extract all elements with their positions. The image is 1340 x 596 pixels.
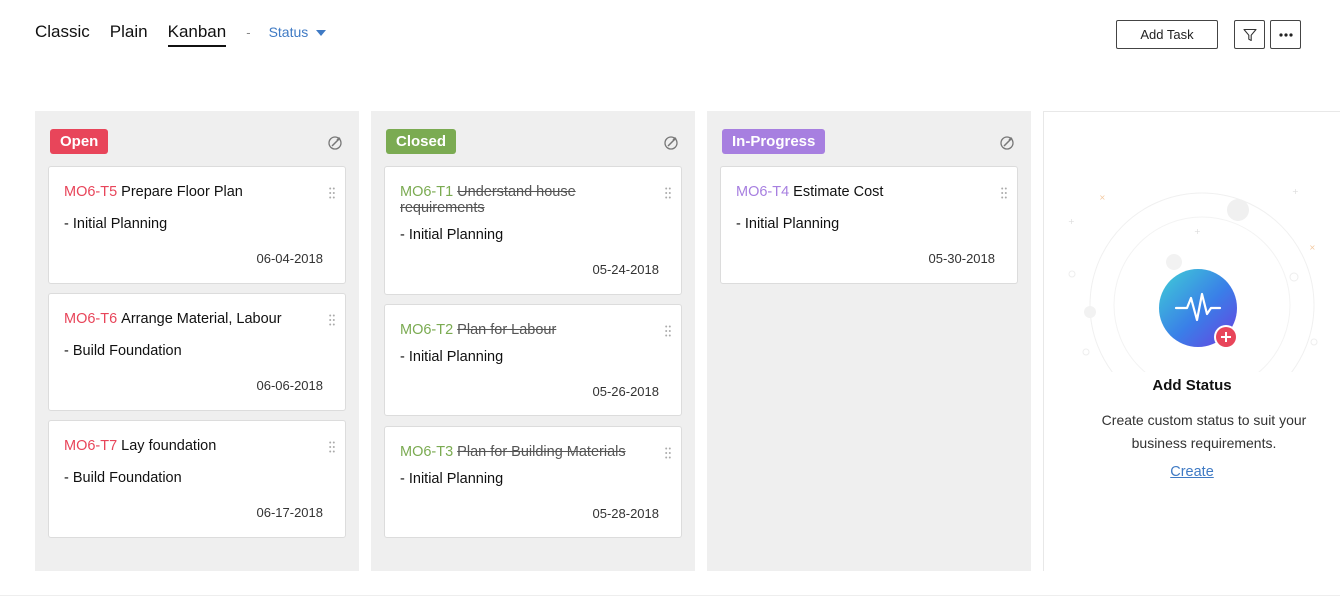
task-id[interactable]: MO6-T4 <box>736 184 789 200</box>
task-name[interactable]: Plan for Labour <box>457 322 556 338</box>
svg-text:×: × <box>1309 243 1316 252</box>
task-card[interactable]: MO6-T3 Plan for Building Materials - Init… <box>384 426 682 538</box>
task-name[interactable]: Plan for Building Materials <box>457 444 625 460</box>
task-list-name: - Initial Planning <box>64 216 168 232</box>
drag-handle-icon[interactable] <box>665 325 671 337</box>
tab-plain[interactable]: Plain <box>110 22 148 45</box>
task-due-date: 06-04-2018 <box>256 251 324 266</box>
task-due-date: 05-24-2018 <box>592 262 660 277</box>
column-open: Open MO6-T5 Prepare Floor Plan - Initial … <box>35 111 359 571</box>
task-card[interactable]: MO6-T7 Lay foundation - Build Foundation … <box>48 420 346 538</box>
task-title: MO6-T3 Plan for Building Materials <box>400 444 650 460</box>
task-due-date: 06-17-2018 <box>256 505 324 520</box>
task-id[interactable]: MO6-T7 <box>64 438 117 454</box>
edit-column-icon[interactable] <box>999 135 1015 151</box>
svg-text:+: + <box>1194 227 1201 236</box>
task-id[interactable]: MO6-T6 <box>64 311 117 327</box>
add-task-button[interactable]: Add Task <box>1116 20 1218 49</box>
more-icon <box>1278 32 1293 37</box>
task-list-name: - Initial Planning <box>400 471 504 487</box>
task-id[interactable]: MO6-T3 <box>400 444 453 460</box>
task-title: MO6-T7 Lay foundation <box>64 438 314 454</box>
status-badge-in-progress: In-Progress <box>722 129 826 154</box>
task-due-date: 05-28-2018 <box>592 506 660 521</box>
task-list-name: - Initial Planning <box>400 227 504 243</box>
pulse-plus-icon <box>1159 269 1238 349</box>
task-due-date: 05-30-2018 <box>928 251 996 266</box>
task-due-date: 06-06-2018 <box>256 378 324 393</box>
task-name[interactable]: Lay foundation <box>121 438 216 454</box>
task-id[interactable]: MO6-T1 <box>400 184 453 200</box>
task-id[interactable]: MO6-T5 <box>64 184 117 200</box>
filter-icon <box>1242 28 1257 41</box>
task-card[interactable]: MO6-T2 Plan for Labour - Initial Planning… <box>384 304 682 416</box>
drag-handle-icon[interactable] <box>329 314 335 326</box>
add-status-panel: × × + + + Add Status Create custom statu… <box>1043 111 1340 571</box>
task-title: MO6-T5 Prepare Floor Plan <box>64 184 314 200</box>
more-options-button[interactable] <box>1270 20 1301 49</box>
caret-down-icon <box>316 29 327 36</box>
drag-handle-icon[interactable] <box>665 447 671 459</box>
task-name[interactable]: Prepare Floor Plan <box>121 184 243 200</box>
task-list-name: - Build Foundation <box>64 343 182 359</box>
drag-handle-icon[interactable] <box>329 441 335 453</box>
task-title: MO6-T6 Arrange Material, Labour <box>64 311 314 327</box>
column-in-progress: In-Progress MO6-T4 Estimate Cost - Initia… <box>707 111 1031 571</box>
group-by-dropdown[interactable]: Status <box>269 24 327 40</box>
task-id[interactable]: MO6-T2 <box>400 322 453 338</box>
top-bar: Classic Plain Kanban - Status Add Task <box>0 0 1340 70</box>
task-list-name: - Build Foundation <box>64 470 182 486</box>
drag-handle-icon[interactable] <box>329 187 335 199</box>
task-name[interactable]: Estimate Cost <box>793 184 883 200</box>
edit-column-icon[interactable] <box>663 135 679 151</box>
task-list-name: - Initial Planning <box>736 216 840 232</box>
tab-classic[interactable]: Classic <box>35 22 90 45</box>
task-title: MO6-T4 Estimate Cost <box>736 184 986 200</box>
drag-handle-icon[interactable] <box>1001 187 1007 199</box>
status-badge-closed: Closed <box>386 129 457 154</box>
svg-text:+: + <box>1292 187 1299 196</box>
group-by-label: Status <box>268 24 309 40</box>
add-status-title: Add Status <box>1152 377 1232 394</box>
task-title: MO6-T2 Plan for Labour <box>400 322 650 338</box>
drag-handle-icon[interactable] <box>665 187 671 199</box>
view-separator: - <box>246 25 251 40</box>
task-card[interactable]: MO6-T1 Understand house requirements - In… <box>384 166 682 295</box>
column-closed: Closed MO6-T1 Understand house requiremen… <box>371 111 695 571</box>
task-title: MO6-T1 Understand house requirements <box>400 184 650 216</box>
edit-column-icon[interactable] <box>327 135 343 151</box>
svg-text:×: × <box>1099 193 1106 202</box>
status-badge-open: Open <box>50 129 109 154</box>
task-name[interactable]: Arrange Material, Labour <box>121 311 281 327</box>
task-due-date: 05-26-2018 <box>592 384 660 399</box>
task-card[interactable]: MO6-T5 Prepare Floor Plan - Initial Plann… <box>48 166 346 284</box>
filter-button[interactable] <box>1234 20 1265 49</box>
tab-kanban[interactable]: Kanban <box>167 22 227 47</box>
create-status-link[interactable]: Create <box>1044 464 1340 480</box>
task-list-name: - Initial Planning <box>400 349 504 365</box>
svg-text:+: + <box>1068 217 1075 226</box>
task-card[interactable]: MO6-T6 Arrange Material, Labour - Build F… <box>48 293 346 411</box>
task-card[interactable]: MO6-T4 Estimate Cost - Initial Planning 0… <box>720 166 1018 284</box>
view-switcher: Classic Plain Kanban - Status <box>35 22 327 47</box>
add-status-description: Create custom status to suit your busine… <box>1101 412 1307 451</box>
